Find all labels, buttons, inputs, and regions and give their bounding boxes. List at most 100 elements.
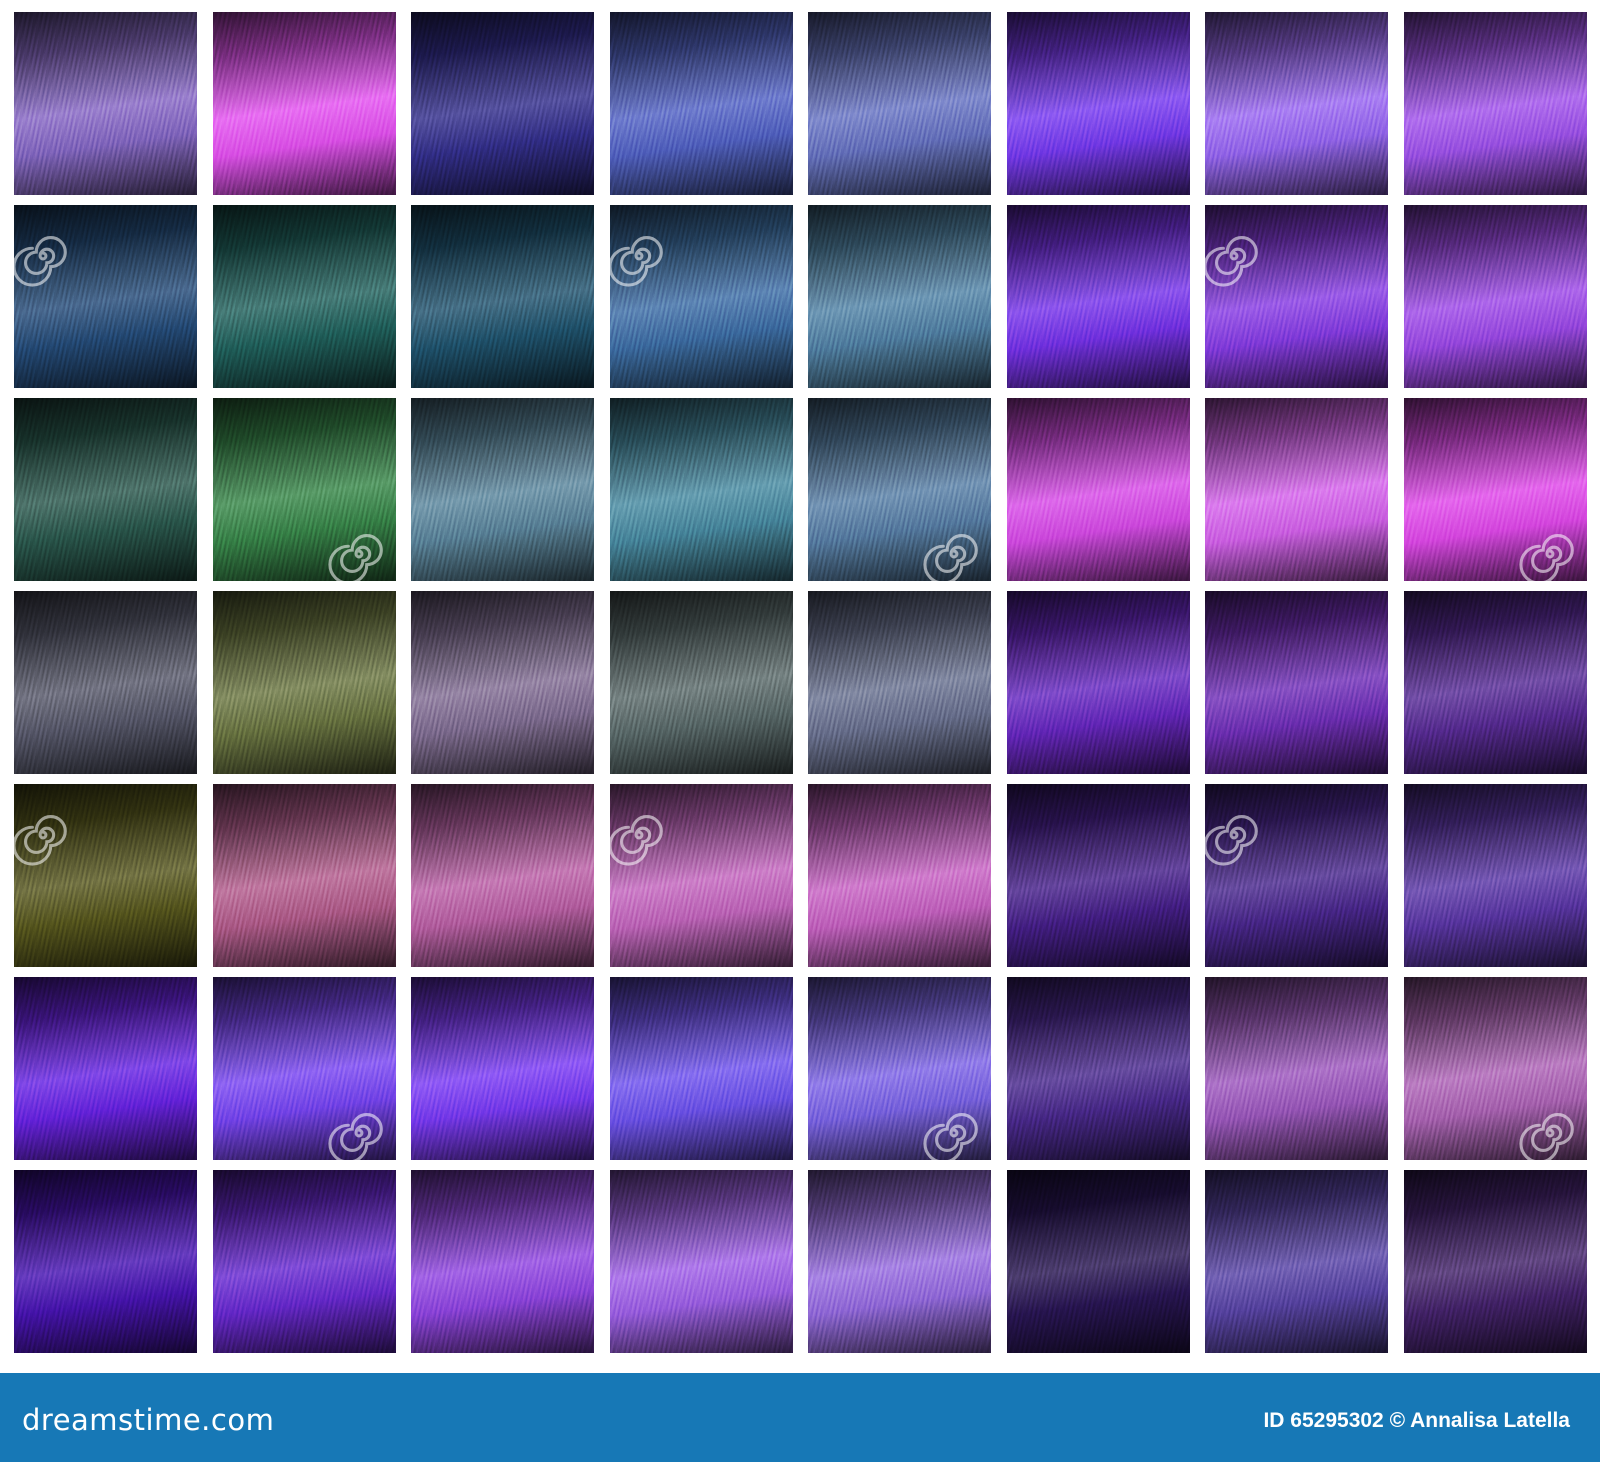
hair-color-swatch [609, 12, 793, 195]
footer-image-credit: ID 65295302 © Annalisa Latella [1263, 1409, 1570, 1432]
hair-color-swatch [808, 205, 991, 388]
hair-color-swatch [1403, 591, 1587, 774]
hair-color-swatch [1403, 398, 1587, 581]
hair-color-swatch [1403, 977, 1587, 1160]
hair-strand-texture [411, 784, 594, 967]
hair-color-swatch [609, 1170, 793, 1353]
hair-strand-texture [212, 591, 396, 774]
hair-color-swatch [1006, 977, 1190, 1160]
hair-strand-texture [1205, 12, 1388, 195]
hair-color-swatch [1205, 205, 1388, 388]
hair-strand-texture [212, 1170, 396, 1353]
hair-color-swatch [14, 1170, 197, 1353]
hair-strand-texture [808, 12, 991, 195]
hair-strand-texture [609, 977, 793, 1160]
hair-strand-texture [1006, 205, 1190, 388]
hair-color-swatch [1006, 12, 1190, 195]
hair-color-swatch [411, 977, 594, 1160]
hair-strand-texture [411, 591, 594, 774]
hair-color-swatch [411, 784, 594, 967]
hair-color-swatch [1403, 784, 1587, 967]
hair-color-swatch [411, 205, 594, 388]
hair-color-swatch [14, 398, 197, 581]
hair-color-swatch [212, 12, 396, 195]
hair-strand-texture [1403, 205, 1587, 388]
hair-color-swatch [1205, 591, 1388, 774]
hair-color-swatch [212, 591, 396, 774]
hair-strand-texture [1403, 1170, 1587, 1353]
hair-strand-texture [411, 12, 594, 195]
hair-strand-texture [14, 398, 197, 581]
hair-strand-texture [808, 784, 991, 967]
hair-color-swatch [1403, 1170, 1587, 1353]
hair-color-swatch [212, 784, 396, 967]
hair-strand-texture [1205, 1170, 1388, 1353]
hair-strand-texture [212, 977, 396, 1160]
hair-color-swatch [808, 1170, 991, 1353]
hair-color-swatch [14, 784, 197, 967]
hair-strand-texture [808, 1170, 991, 1353]
hair-strand-texture [14, 1170, 197, 1353]
hair-color-swatch [212, 398, 396, 581]
hair-strand-texture [1205, 591, 1388, 774]
hair-strand-texture [1403, 977, 1587, 1160]
hair-strand-texture [212, 205, 396, 388]
hair-color-swatch [1006, 784, 1190, 967]
hair-color-swatch [212, 1170, 396, 1353]
hair-strand-texture [609, 12, 793, 195]
hair-color-swatch [1006, 398, 1190, 581]
hair-strand-texture [411, 1170, 594, 1353]
hair-strand-texture [411, 977, 594, 1160]
hair-color-swatch [411, 12, 594, 195]
hair-color-swatch [808, 591, 991, 774]
hair-strand-texture [411, 205, 594, 388]
hair-color-swatch [808, 12, 991, 195]
hair-color-swatch [14, 12, 197, 195]
hair-strand-texture [212, 398, 396, 581]
hair-color-swatch [1403, 12, 1587, 195]
hair-strand-texture [212, 12, 396, 195]
hair-color-swatch [609, 784, 793, 967]
hair-strand-texture [14, 977, 197, 1160]
hair-color-swatch [1205, 12, 1388, 195]
hair-strand-texture [1205, 205, 1388, 388]
hair-color-swatch [411, 1170, 594, 1353]
hair-strand-texture [1403, 784, 1587, 967]
hair-strand-texture [808, 977, 991, 1160]
hair-strand-texture [1006, 1170, 1190, 1353]
hair-strand-texture [1006, 784, 1190, 967]
hair-color-swatch [1403, 205, 1587, 388]
hair-color-swatch [1006, 591, 1190, 774]
hair-strand-texture [609, 205, 793, 388]
hair-color-swatch [609, 591, 793, 774]
hair-color-swatch [411, 591, 594, 774]
hair-strand-texture [609, 784, 793, 967]
hair-color-swatch [1006, 1170, 1190, 1353]
hair-strand-texture [1403, 591, 1587, 774]
hair-strand-texture [1006, 12, 1190, 195]
hair-color-swatch [14, 591, 197, 774]
hair-strand-texture [212, 784, 396, 967]
hair-strand-texture [14, 784, 197, 967]
hair-color-swatch [14, 977, 197, 1160]
hair-color-swatch [212, 205, 396, 388]
hair-color-swatch [212, 977, 396, 1160]
hair-color-swatch [808, 784, 991, 967]
hair-strand-texture [609, 591, 793, 774]
hair-color-swatch [1205, 1170, 1388, 1353]
hair-strand-texture [14, 591, 197, 774]
hair-strand-texture [1403, 12, 1587, 195]
hair-strand-texture [1006, 591, 1190, 774]
hair-color-swatch [609, 205, 793, 388]
hair-strand-texture [808, 398, 991, 581]
hair-strand-texture [1403, 398, 1587, 581]
hair-color-swatch [1006, 205, 1190, 388]
hair-strand-texture [1205, 784, 1388, 967]
hair-strand-texture [1205, 398, 1388, 581]
hair-strand-texture [1006, 977, 1190, 1160]
hair-strand-texture [14, 12, 197, 195]
hair-strand-texture [411, 398, 594, 581]
swatch-grid [14, 12, 1587, 1360]
footer-bar: dreamstime.com ID 65295302 © Annalisa La… [0, 1373, 1600, 1462]
hair-color-swatch [609, 398, 793, 581]
